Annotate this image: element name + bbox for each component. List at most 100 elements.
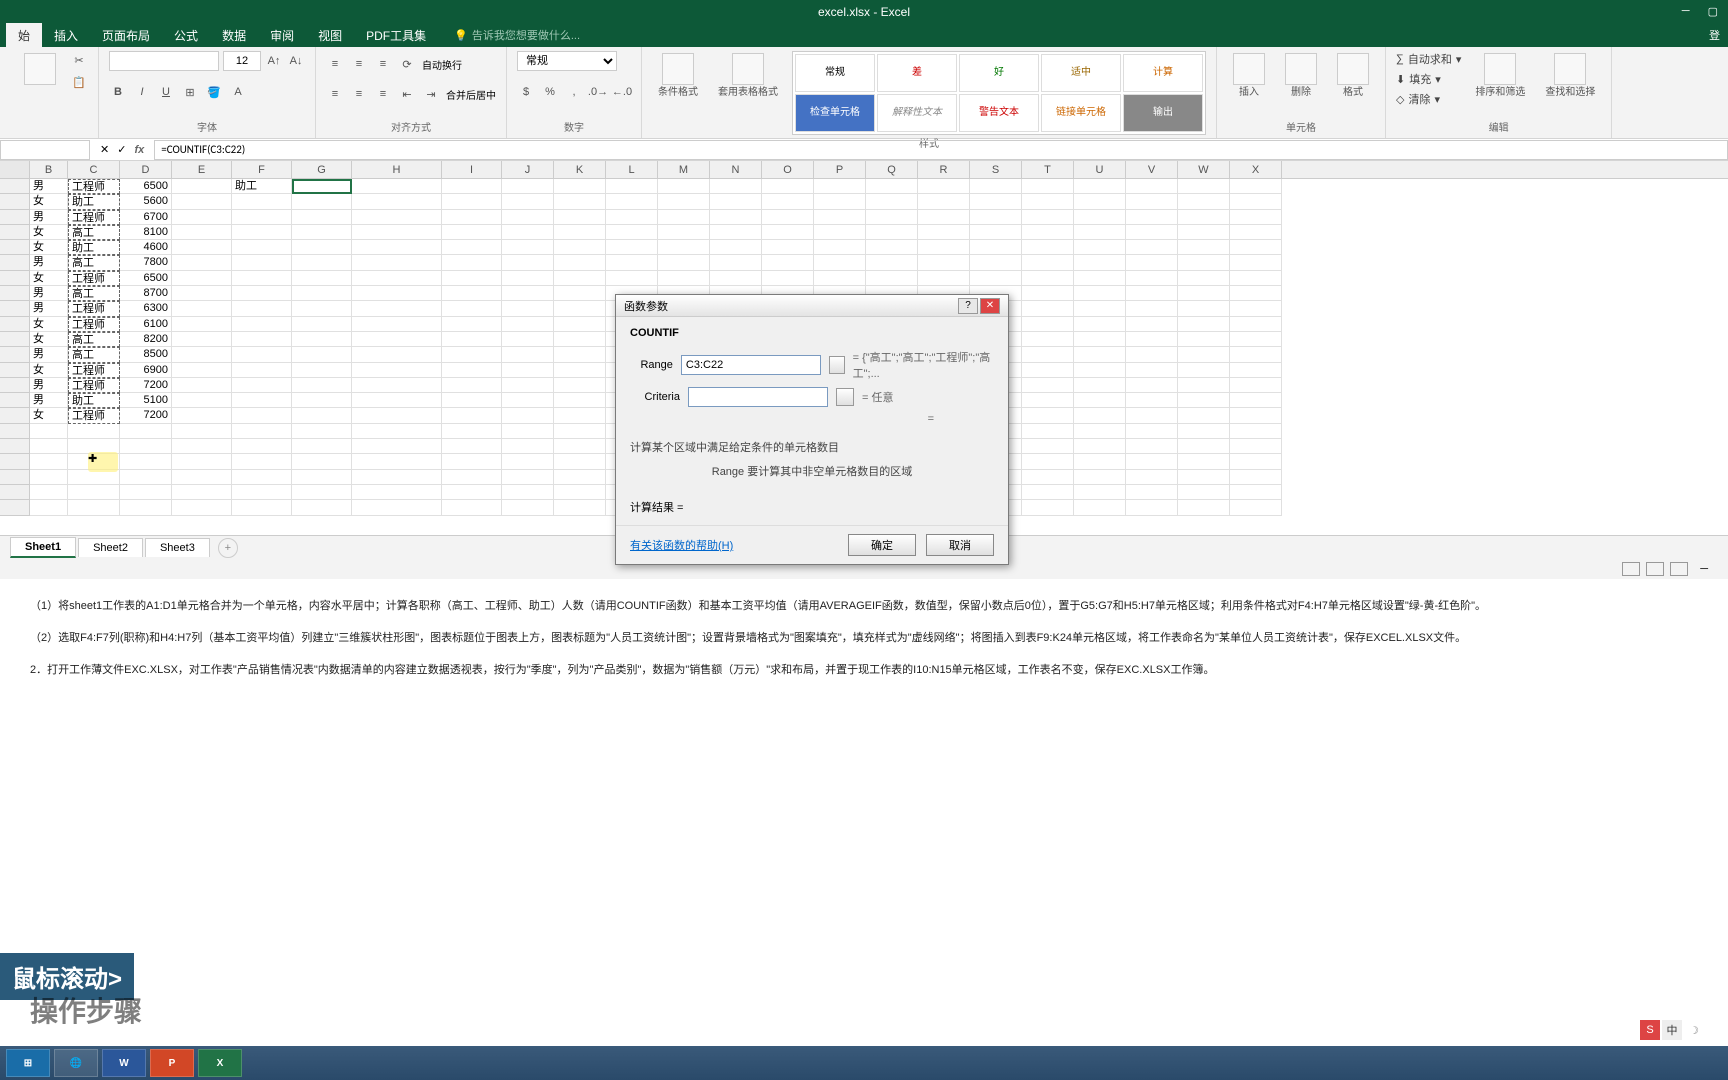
sheet-tab-3[interactable]: Sheet3 bbox=[145, 538, 210, 557]
cell[interactable] bbox=[554, 210, 606, 225]
accept-formula-icon[interactable]: ✓ bbox=[117, 143, 126, 156]
cell[interactable] bbox=[172, 393, 232, 408]
cell[interactable] bbox=[814, 240, 866, 255]
tab-layout[interactable]: 页面布局 bbox=[90, 23, 162, 48]
cell[interactable]: 男 bbox=[30, 179, 68, 194]
page-layout-view-icon[interactable] bbox=[1646, 562, 1664, 576]
insert-cells-button[interactable]: 插入 bbox=[1227, 51, 1271, 100]
cell[interactable] bbox=[502, 194, 554, 209]
cell[interactable] bbox=[1126, 286, 1178, 301]
currency-icon[interactable]: $ bbox=[517, 83, 535, 101]
column-header[interactable]: W bbox=[1178, 161, 1230, 178]
clear-button[interactable]: ◇ 清除 ▾ bbox=[1396, 91, 1461, 107]
style-good[interactable]: 好 bbox=[959, 54, 1039, 92]
style-neutral[interactable]: 适中 bbox=[1041, 54, 1121, 92]
cell[interactable] bbox=[1074, 179, 1126, 194]
column-header[interactable]: M bbox=[658, 161, 710, 178]
align-center-icon[interactable]: ≡ bbox=[350, 85, 368, 103]
cell[interactable] bbox=[232, 301, 292, 316]
cell[interactable] bbox=[502, 301, 554, 316]
cell[interactable] bbox=[172, 179, 232, 194]
cell[interactable] bbox=[292, 470, 352, 485]
cell[interactable] bbox=[1074, 363, 1126, 378]
cell[interactable] bbox=[442, 271, 502, 286]
cell[interactable] bbox=[442, 332, 502, 347]
cell[interactable] bbox=[1178, 424, 1230, 439]
cell[interactable] bbox=[442, 179, 502, 194]
cell[interactable] bbox=[866, 271, 918, 286]
column-header[interactable]: X bbox=[1230, 161, 1282, 178]
cell[interactable] bbox=[442, 424, 502, 439]
cell[interactable] bbox=[1126, 317, 1178, 332]
cell[interactable] bbox=[68, 424, 120, 439]
dialog-close-icon[interactable]: ✕ bbox=[980, 298, 1000, 314]
cell[interactable] bbox=[918, 225, 970, 240]
taskbar-app-powerpoint[interactable]: P bbox=[150, 1049, 194, 1077]
cell[interactable] bbox=[1230, 363, 1282, 378]
format-cells-button[interactable]: 格式 bbox=[1331, 51, 1375, 100]
cell[interactable] bbox=[292, 347, 352, 362]
cell[interactable] bbox=[292, 255, 352, 270]
font-size-input[interactable] bbox=[223, 51, 261, 71]
cell[interactable] bbox=[442, 408, 502, 423]
cell[interactable] bbox=[1230, 470, 1282, 485]
row-header[interactable] bbox=[0, 317, 30, 332]
cell[interactable] bbox=[1230, 255, 1282, 270]
fx-icon[interactable]: fx bbox=[134, 144, 144, 156]
cell[interactable]: 工程师 bbox=[68, 378, 120, 393]
cancel-button[interactable]: 取消 bbox=[926, 534, 994, 556]
cell[interactable] bbox=[292, 240, 352, 255]
cell[interactable]: 8700 bbox=[120, 286, 172, 301]
cell[interactable] bbox=[1178, 439, 1230, 454]
cell[interactable] bbox=[502, 408, 554, 423]
cell[interactable]: 女 bbox=[30, 225, 68, 240]
cell[interactable] bbox=[918, 240, 970, 255]
column-header[interactable]: Q bbox=[866, 161, 918, 178]
cell[interactable] bbox=[442, 393, 502, 408]
row-header[interactable] bbox=[0, 255, 30, 270]
cell[interactable] bbox=[1126, 255, 1178, 270]
font-color-icon[interactable]: A bbox=[229, 83, 247, 101]
name-box[interactable] bbox=[0, 140, 90, 160]
cell[interactable] bbox=[30, 454, 68, 469]
cell[interactable] bbox=[554, 454, 606, 469]
row-header[interactable] bbox=[0, 210, 30, 225]
start-button[interactable]: ⊞ bbox=[6, 1049, 50, 1077]
percent-icon[interactable]: % bbox=[541, 83, 559, 101]
cell[interactable]: 6900 bbox=[120, 363, 172, 378]
cell[interactable] bbox=[1230, 317, 1282, 332]
column-header[interactable]: K bbox=[554, 161, 606, 178]
range-ref-icon[interactable] bbox=[829, 356, 845, 374]
cell[interactable]: 工程师 bbox=[68, 408, 120, 423]
cell[interactable] bbox=[762, 179, 814, 194]
column-header[interactable]: G bbox=[292, 161, 352, 178]
cell[interactable] bbox=[710, 240, 762, 255]
cell[interactable] bbox=[232, 347, 292, 362]
cell[interactable] bbox=[352, 454, 442, 469]
cell[interactable] bbox=[442, 240, 502, 255]
cell[interactable] bbox=[970, 255, 1022, 270]
column-header[interactable]: I bbox=[442, 161, 502, 178]
cell[interactable] bbox=[554, 470, 606, 485]
conditional-format-button[interactable]: 条件格式 bbox=[652, 51, 704, 100]
cell[interactable] bbox=[1126, 424, 1178, 439]
select-all-corner[interactable] bbox=[0, 161, 30, 178]
cell[interactable] bbox=[1178, 194, 1230, 209]
cell[interactable] bbox=[352, 347, 442, 362]
row-header[interactable] bbox=[0, 225, 30, 240]
cell[interactable] bbox=[1074, 454, 1126, 469]
tab-review[interactable]: 审阅 bbox=[258, 23, 306, 48]
cell[interactable] bbox=[554, 347, 606, 362]
cell[interactable] bbox=[658, 271, 710, 286]
cell[interactable] bbox=[1230, 179, 1282, 194]
style-check[interactable]: 检查单元格 bbox=[795, 94, 875, 132]
column-header[interactable]: P bbox=[814, 161, 866, 178]
cell[interactable] bbox=[502, 286, 554, 301]
cell[interactable] bbox=[292, 363, 352, 378]
cell[interactable] bbox=[172, 240, 232, 255]
normal-view-icon[interactable] bbox=[1622, 562, 1640, 576]
maximize-icon[interactable]: ▢ bbox=[1708, 5, 1718, 18]
cell[interactable] bbox=[554, 332, 606, 347]
style-explain[interactable]: 解释性文本 bbox=[877, 94, 957, 132]
cell[interactable] bbox=[1230, 393, 1282, 408]
